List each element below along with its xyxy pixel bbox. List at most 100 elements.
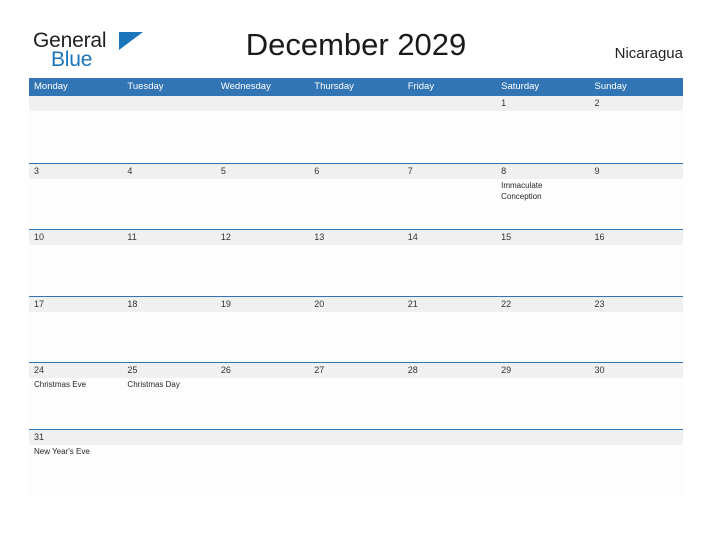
day-cell-body [309,445,402,496]
day-number[interactable]: 18 [122,297,215,312]
day-cell-body [403,245,496,296]
day-cell-body [496,111,589,162]
calendar-week-row: 24 25 26 27 28 29 30 Christmas Eve Christmas Day [29,362,683,430]
day-number[interactable]: 16 [590,230,683,245]
weekday-header-thursday: Thursday [314,81,354,92]
day-number[interactable]: 4 [122,164,215,179]
weekday-header-wednesday: Wednesday [220,81,271,92]
day-number[interactable]: 22 [496,297,589,312]
day-number[interactable]: 9 [590,164,683,179]
day-number[interactable]: 21 [403,297,496,312]
day-cell-body [403,445,496,496]
day-number[interactable]: 20 [309,297,402,312]
day-cell-body [496,445,589,496]
holiday-label: Conception [501,191,542,201]
day-cell-body [309,378,402,429]
weekday-header-row: Monday Tuesday Wednesday Thursday Friday… [29,78,683,96]
week-body-band: Immaculate Conception [29,178,683,230]
day-number[interactable]: 6 [309,164,402,179]
day-number[interactable]: 2 [590,96,683,111]
day-number[interactable]: 12 [216,230,309,245]
day-empty [403,430,496,445]
day-number[interactable]: 19 [216,297,309,312]
day-cell-body [496,245,589,296]
day-cell-body [122,445,215,496]
day-cell-body [29,312,122,363]
day-cell-body [29,111,122,162]
day-number[interactable]: 23 [590,297,683,312]
day-number[interactable]: 14 [403,230,496,245]
day-number[interactable]: 24 [29,363,122,378]
day-cell-body [309,312,402,363]
week-date-band: 12 [29,96,683,111]
weekday-header-monday: Monday [34,81,68,92]
holiday-label: Christmas Day [127,380,180,390]
day-cell-body [590,179,683,230]
day-cell-body [590,312,683,363]
day-cell-body [403,179,496,230]
calendar-week-row: 12 [29,96,683,163]
day-empty [403,96,496,111]
day-cell-body [29,245,122,296]
page-header: General Blue December 2029 Nicaragua [0,0,712,78]
day-cell-body [496,312,589,363]
day-number[interactable]: 27 [309,363,402,378]
day-number[interactable]: 26 [216,363,309,378]
calendar-week-row: 3 4 5 6 7 8 9 Immaculate Conception [29,162,683,230]
day-number[interactable]: 11 [122,230,215,245]
page-title: December 2029 [245,27,467,62]
day-empty [216,96,309,111]
country-label: Nicaragua [614,45,683,62]
day-number[interactable]: 28 [403,363,496,378]
day-cell-body [309,111,402,162]
calendar-week-row: 10 11 12 13 14 15 16 [29,229,683,297]
weekday-header-tuesday: Tuesday [127,81,164,92]
day-number[interactable]: 1 [496,96,589,111]
day-number[interactable]: 8 [496,164,589,179]
holiday-label: Christmas Eve [34,380,87,390]
day-empty [122,430,215,445]
day-number[interactable]: 17 [29,297,122,312]
day-cell-body [122,111,215,162]
day-cell-body [216,445,309,496]
day-number[interactable]: 15 [496,230,589,245]
day-cell-body [29,179,122,230]
day-number[interactable]: 30 [590,363,683,378]
day-empty [29,96,122,111]
day-cell-body [403,378,496,429]
day-cell-body [122,245,215,296]
week-date-band: 10 11 12 13 14 15 16 [29,230,683,246]
day-empty [590,430,683,445]
day-number[interactable]: 31 [29,430,122,445]
day-number[interactable]: 7 [403,164,496,179]
day-empty [122,96,215,111]
day-number[interactable]: 29 [496,363,589,378]
calendar-week-row: 17 18 19 20 21 22 23 [29,295,683,363]
calendar-grid: Monday Tuesday Wednesday Thursday Friday… [29,78,683,496]
day-cell-body [590,111,683,162]
day-event-list: Christmas Eve [29,378,122,429]
day-number[interactable]: 5 [216,164,309,179]
calendar-week-row: 31 New Year's Eve [29,428,683,496]
day-number[interactable]: 13 [309,230,402,245]
day-cell-body [309,179,402,230]
holiday-label: Immaculate [501,180,543,190]
week-body-band [29,245,683,297]
day-cell-body [122,312,215,363]
day-cell-body [590,445,683,496]
week-date-band: 31 [29,429,683,445]
day-cell-body [403,312,496,363]
day-number[interactable]: 10 [29,230,122,245]
day-cell-body [496,378,589,429]
calendar-weeks: 1 2 3 4 5 6 7 8 9 Immaculate Conception 10 11 12 13 14 1… [29,96,683,496]
day-empty [309,96,402,111]
day-number[interactable]: 25 [122,363,215,378]
day-cell-body [216,111,309,162]
week-date-band: 24 25 26 27 28 29 30 [29,363,683,379]
day-number[interactable]: 3 [29,164,122,179]
day-empty [309,430,402,445]
week-body-band [29,111,683,162]
day-event-list: Immaculate Conception [496,179,589,230]
day-empty [496,430,589,445]
day-cell-body [590,245,683,296]
